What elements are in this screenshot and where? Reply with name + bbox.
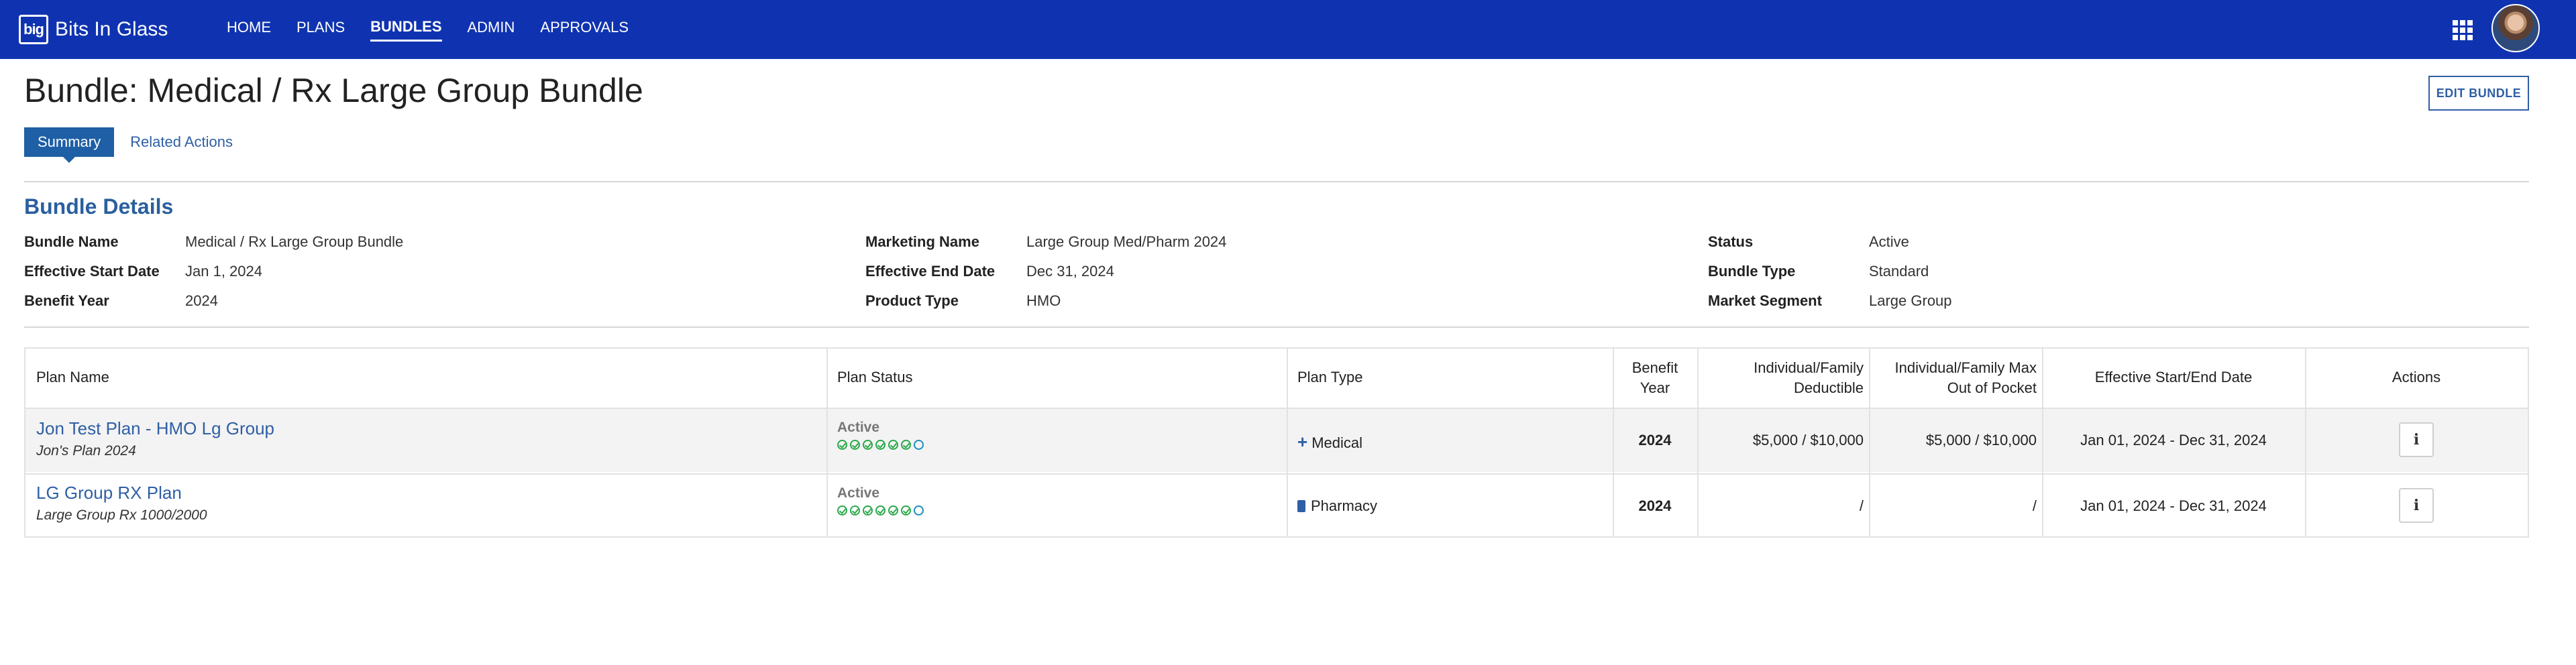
- table-row: LG Group RX Plan Large Group Rx 1000/200…: [36, 483, 207, 524]
- main-nav: HOME PLANS BUNDLES ADMIN APPROVALS: [227, 0, 654, 59]
- brand-name: Bits In Glass: [55, 18, 168, 40]
- out-of-pocket: $5,000 / $10,000: [1925, 432, 2037, 448]
- pill-bottle-icon: [1297, 500, 1305, 512]
- effective-dates: Jan 01, 2024 - Dec 31, 2024: [2080, 432, 2267, 448]
- detail-value-product-type: HMO: [1026, 292, 1061, 309]
- detail-label-status: Status: [1708, 233, 1754, 250]
- detail-label-effective-end: Effective End Date: [865, 263, 996, 280]
- tab-bar: Summary Related Actions: [24, 127, 249, 163]
- detail-label-bundle-name: Bundle Name: [24, 233, 119, 250]
- progress-steps: [837, 505, 926, 516]
- avatar[interactable]: [2491, 4, 2540, 52]
- plan-name-link[interactable]: Jon Test Plan - HMO Lg Group: [36, 418, 274, 439]
- deductible: /: [1859, 497, 1864, 514]
- status-text: Active: [837, 485, 880, 501]
- detail-label-marketing-name: Marketing Name: [865, 233, 979, 250]
- detail-label-benefit-year: Benefit Year: [24, 292, 109, 309]
- brand[interactable]: big Bits In Glass: [19, 13, 168, 46]
- app-grid-icon[interactable]: [2453, 20, 2475, 40]
- check-circle-icon: [888, 440, 898, 450]
- check-circle-icon: [863, 440, 873, 450]
- out-of-pocket: /: [2032, 497, 2037, 514]
- detail-value-status: Active: [1869, 233, 1909, 250]
- detail-value-benefit-year: 2024: [185, 292, 218, 309]
- table-row-divider: [25, 408, 2528, 409]
- plan-status: Active: [837, 420, 926, 450]
- check-circle-icon: [888, 505, 898, 516]
- section-title: Bundle Details: [24, 194, 174, 219]
- info-icon[interactable]: i: [2399, 422, 2434, 457]
- table-row-divider: [25, 473, 2528, 475]
- brand-logo: big: [19, 15, 48, 44]
- check-circle-icon: [901, 440, 911, 450]
- nav-bundles[interactable]: BUNDLES: [370, 18, 442, 42]
- top-navigation-bar: big Bits In Glass HOME PLANS BUNDLES ADM…: [0, 0, 2576, 59]
- nav-admin[interactable]: ADMIN: [468, 19, 515, 40]
- detail-label-market-segment: Market Segment: [1708, 292, 1822, 309]
- check-circle-icon: [863, 505, 873, 516]
- plan-name-link[interactable]: LG Group RX Plan: [36, 483, 207, 503]
- benefit-year: 2024: [1638, 432, 1672, 448]
- check-circle-icon: [875, 505, 885, 516]
- plan-type: + Medical: [1297, 432, 1362, 452]
- plans-table: Plan Name Plan Status Plan Type Benefit Y…: [24, 347, 2529, 538]
- header-plan-type: Plan Type: [1297, 369, 1363, 385]
- nav-plans[interactable]: PLANS: [297, 19, 345, 40]
- check-circle-icon: [850, 440, 860, 450]
- plan-status: Active: [837, 485, 926, 516]
- edit-bundle-button[interactable]: EDIT BUNDLE: [2428, 76, 2529, 111]
- page-title: Bundle: Medical / Rx Large Group Bundle: [24, 72, 643, 109]
- plan-type: Pharmacy: [1297, 497, 1377, 515]
- header-deductible: Individual/Family Deductible: [1754, 359, 1864, 396]
- table-row: Jon Test Plan - HMO Lg Group Jon's Plan …: [36, 418, 274, 459]
- tab-related-actions[interactable]: Related Actions: [117, 127, 246, 157]
- effective-dates: Jan 01, 2024 - Dec 31, 2024: [2080, 497, 2267, 514]
- plan-subtitle: Large Group Rx 1000/2000: [36, 507, 207, 523]
- detail-value-bundle-name: Medical / Rx Large Group Bundle: [185, 233, 404, 250]
- divider: [24, 326, 2529, 328]
- check-circle-icon: [837, 440, 847, 450]
- nav-approvals[interactable]: APPROVALS: [540, 19, 629, 40]
- circle-icon: [914, 440, 924, 450]
- header-plan-status: Plan Status: [837, 369, 913, 385]
- header-out-of-pocket: Individual/Family Max Out of Pocket: [1894, 359, 2037, 396]
- plus-icon: +: [1297, 432, 1308, 452]
- divider: [24, 181, 2529, 182]
- check-circle-icon: [850, 505, 860, 516]
- nav-home[interactable]: HOME: [227, 19, 271, 40]
- detail-value-effective-start: Jan 1, 2024: [185, 263, 262, 280]
- check-circle-icon: [837, 505, 847, 516]
- check-circle-icon: [875, 440, 885, 450]
- progress-steps: [837, 440, 926, 450]
- circle-icon: [914, 505, 924, 516]
- detail-label-product-type: Product Type: [865, 292, 959, 309]
- detail-label-bundle-type: Bundle Type: [1708, 263, 1796, 280]
- info-icon[interactable]: i: [2399, 488, 2434, 523]
- header-actions: Actions: [2392, 369, 2441, 385]
- detail-value-effective-end: Dec 31, 2024: [1026, 263, 1114, 280]
- deductible: $5,000 / $10,000: [1752, 432, 1864, 448]
- actions-cell: i: [2399, 422, 2434, 457]
- plan-subtitle: Jon's Plan 2024: [36, 443, 136, 459]
- detail-value-marketing-name: Large Group Med/Pharm 2024: [1026, 233, 1227, 250]
- check-circle-icon: [901, 505, 911, 516]
- actions-cell: i: [2399, 488, 2434, 523]
- header-effective-dates: Effective Start/End Date: [2094, 369, 2253, 385]
- detail-value-market-segment: Large Group: [1869, 292, 1952, 309]
- header-plan-name: Plan Name: [36, 369, 109, 385]
- detail-value-bundle-type: Standard: [1869, 263, 1929, 280]
- header-benefit-year: Benefit Year: [1631, 359, 1678, 396]
- status-text: Active: [837, 420, 880, 435]
- detail-label-effective-start: Effective Start Date: [24, 263, 160, 280]
- benefit-year: 2024: [1638, 497, 1672, 514]
- tab-summary[interactable]: Summary: [24, 127, 115, 163]
